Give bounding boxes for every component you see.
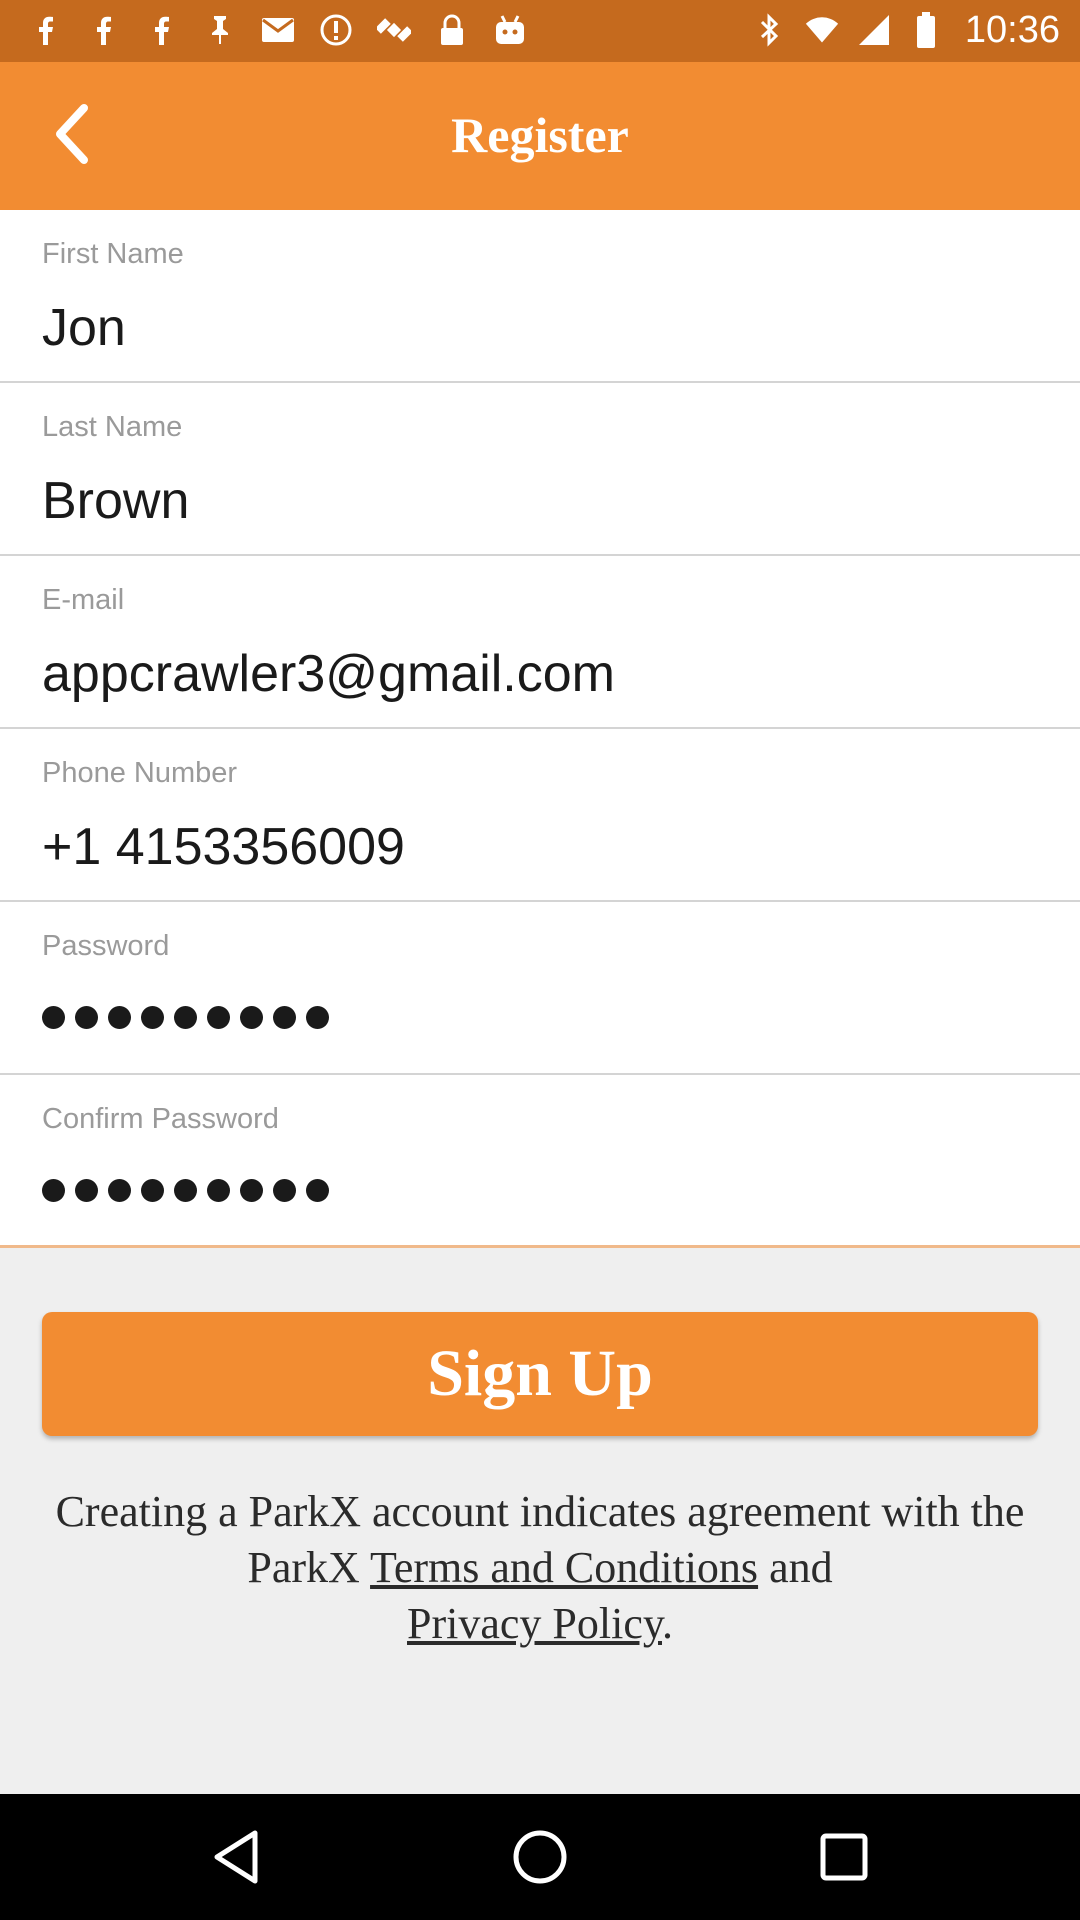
password-dot [75, 1179, 98, 1202]
page-title: Register [451, 107, 629, 163]
confirm-password-input[interactable] [42, 1179, 329, 1202]
back-triangle-icon [214, 1830, 258, 1884]
bluetooth-icon [753, 10, 787, 50]
mail-icon [260, 12, 296, 48]
navigation-bar [0, 1794, 1080, 1920]
password-label: Password [42, 930, 170, 962]
password-dot [240, 1006, 263, 1029]
password-dot [306, 1179, 329, 1202]
agreement-middle: and [758, 1543, 833, 1592]
last-name-label: Last Name [42, 411, 183, 443]
password-dot [240, 1179, 263, 1202]
password-dot [207, 1006, 230, 1029]
confirm-password-label: Confirm Password [42, 1103, 279, 1135]
nav-back-button[interactable] [206, 1827, 266, 1887]
pin-icon [202, 12, 238, 48]
battery-icon [909, 10, 943, 50]
password-dot [141, 1179, 164, 1202]
system-status-icons: 10:36 [753, 8, 1060, 52]
password-dot [174, 1006, 197, 1029]
first-name-input[interactable]: Jon [42, 298, 1042, 358]
lock-icon [434, 12, 470, 48]
password-dot [273, 1179, 296, 1202]
sign-up-button[interactable]: Sign Up [42, 1312, 1038, 1436]
facebook-icon [28, 12, 64, 48]
notification-icons [28, 12, 528, 48]
confirm-password-field[interactable]: Confirm Password [0, 1075, 1080, 1248]
password-dot [174, 1179, 197, 1202]
password-dot [42, 1179, 65, 1202]
nav-recents-button[interactable] [814, 1827, 874, 1887]
terms-and-conditions-link[interactable]: Terms and Conditions [370, 1543, 758, 1592]
android-icon [492, 12, 528, 48]
password-dot [108, 1179, 131, 1202]
phone-input[interactable]: +1 4153356009 [42, 817, 1042, 877]
agreement-text: Creating a ParkX account indicates agree… [40, 1484, 1040, 1652]
first-name-field[interactable]: First Name Jon [0, 210, 1080, 383]
signal-icon [857, 10, 891, 50]
alert-icon [318, 12, 354, 48]
password-input[interactable] [42, 1006, 329, 1029]
facebook-icon [86, 12, 122, 48]
password-dot [141, 1006, 164, 1029]
email-input[interactable]: appcrawler3@gmail.com [42, 644, 1042, 704]
wifi-icon [805, 10, 839, 50]
phone-label: Phone Number [42, 757, 238, 789]
satellite-icon [376, 12, 412, 48]
app-bar: Register [0, 62, 1080, 210]
password-dot [42, 1006, 65, 1029]
home-circle-icon [513, 1830, 567, 1884]
password-dot [207, 1179, 230, 1202]
register-form: First Name Jon Last Name Brown E-mail ap… [0, 210, 1080, 1248]
facebook-icon [144, 12, 180, 48]
last-name-field[interactable]: Last Name Brown [0, 383, 1080, 556]
email-label: E-mail [42, 584, 125, 616]
last-name-input[interactable]: Brown [42, 471, 1042, 531]
password-dot [75, 1006, 98, 1029]
password-dot [108, 1006, 131, 1029]
password-field[interactable]: Password [0, 902, 1080, 1075]
password-dot [306, 1006, 329, 1029]
register-screen: 10:36 Register First Name Jon Last Name … [0, 0, 1080, 1920]
privacy-policy-link[interactable]: Privacy Policy [407, 1599, 662, 1648]
agreement-suffix: . [662, 1599, 673, 1648]
phone-field[interactable]: Phone Number +1 4153356009 [0, 729, 1080, 902]
recents-square-icon [820, 1833, 868, 1881]
status-bar: 10:36 [0, 0, 1080, 62]
status-clock: 10:36 [964, 8, 1060, 51]
nav-home-button[interactable] [510, 1827, 570, 1887]
email-field[interactable]: E-mail appcrawler3@gmail.com [0, 556, 1080, 729]
first-name-label: First Name [42, 238, 184, 270]
password-dot [273, 1006, 296, 1029]
